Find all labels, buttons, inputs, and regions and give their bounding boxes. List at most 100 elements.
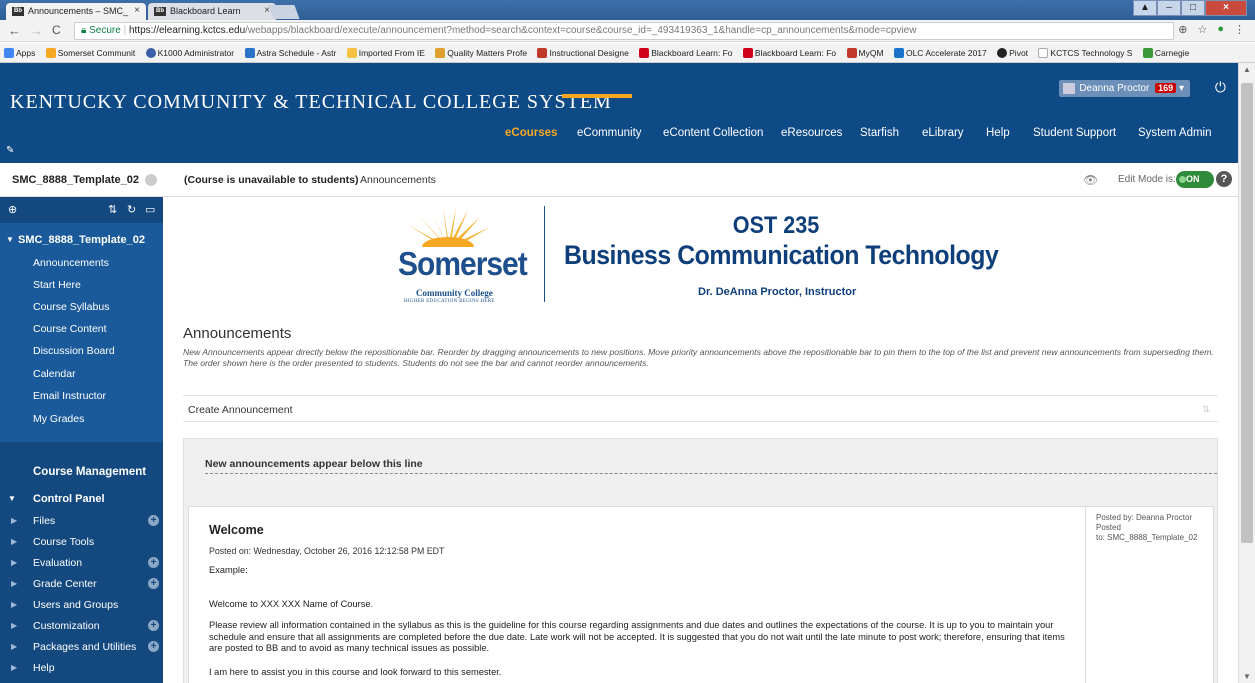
scrollbar-thumb[interactable]	[1241, 83, 1253, 543]
control-panel-title[interactable]: Control Panel	[33, 493, 105, 505]
expand-arrow-icon[interactable]: ▶	[11, 579, 17, 588]
expand-arrow-icon[interactable]: ▶	[11, 558, 17, 567]
help-icon[interactable]: ?	[1216, 171, 1232, 187]
user-profile-icon[interactable]: ▲	[1133, 0, 1157, 16]
window-controls: ▲ – □ ×	[1133, 0, 1247, 18]
bookmark-item[interactable]: Quality Matters Profe	[435, 43, 527, 62]
user-menu[interactable]: Deanna Proctor 169 ▾	[1059, 80, 1190, 97]
url-input[interactable]: 🔒︎ Secure | https://elearning.kctcs.edu/…	[74, 22, 1174, 40]
close-window-button[interactable]: ×	[1205, 0, 1247, 16]
add-menu-item-icon[interactable]: ⊕	[8, 203, 17, 216]
sort-icon[interactable]: ⇅	[1202, 404, 1210, 415]
add-icon[interactable]: +	[148, 620, 159, 631]
nav-help[interactable]: Help	[986, 123, 1010, 143]
bookmark-item[interactable]: MyQM	[846, 43, 884, 62]
refresh-icon[interactable]: ↻	[127, 203, 136, 216]
sidebar-item-my-grades[interactable]: My Grades	[33, 413, 84, 425]
cp-item-grade-center[interactable]: Grade Center	[33, 578, 97, 590]
cp-item-course-tools[interactable]: Course Tools	[33, 536, 94, 548]
cp-item-packages-and-utilities[interactable]: Packages and Utilities	[33, 641, 136, 653]
extension-icon[interactable]: ●	[1217, 23, 1224, 36]
logout-power-icon[interactable]: ⏻	[1215, 79, 1226, 96]
tab-blackboard-learn[interactable]: Bb Blackboard Learn ×	[148, 3, 276, 20]
repositionable-bar-label[interactable]: New announcements appear below this line	[205, 458, 423, 470]
folder-view-icon[interactable]: ▭	[145, 203, 155, 216]
cp-item-help[interactable]: Help	[33, 662, 55, 674]
bookmark-item[interactable]: Blackboard Learn: Fo	[639, 43, 733, 62]
bookmark-item[interactable]: Apps	[4, 43, 35, 62]
announcement-item[interactable]: Welcome Posted on: Wednesday, October 26…	[188, 506, 1214, 683]
back-icon[interactable]: ←	[8, 23, 21, 38]
bookmark-star-icon[interactable]: ☆	[1197, 23, 1207, 36]
expand-arrow-icon[interactable]: ▶	[11, 600, 17, 609]
nav-eresources[interactable]: eResources	[781, 123, 842, 143]
forward-icon[interactable]: →	[30, 23, 43, 38]
expand-arrow-icon[interactable]: ▶	[11, 642, 17, 651]
nav-ecourses[interactable]: eCourses	[505, 123, 557, 143]
expand-arrow-icon[interactable]: ▶	[11, 537, 17, 546]
nav-ecommunity[interactable]: eCommunity	[577, 123, 642, 143]
sidebar-item-email-instructor[interactable]: Email Instructor	[33, 390, 106, 402]
bookmark-item[interactable]: K1000 Administrator	[145, 43, 234, 62]
bookmark-item[interactable]: Somerset Communit	[45, 43, 135, 62]
site-title: KENTUCKY COMMUNITY & TECHNICAL COLLEGE S…	[10, 91, 612, 113]
student-preview-eye-icon[interactable]: 👁︎	[1083, 173, 1098, 187]
lock-icon: 🔒︎	[81, 25, 90, 36]
nav-starfish[interactable]: Starfish	[860, 123, 899, 143]
sidebar-item-calendar[interactable]: Calendar	[33, 368, 76, 380]
bookmark-icon	[893, 48, 904, 58]
nav-econtent-collection[interactable]: eContent Collection	[663, 123, 763, 143]
maximize-button[interactable]: □	[1181, 0, 1205, 16]
bookmark-item[interactable]: Instructional Designe	[537, 43, 629, 62]
cp-item-evaluation[interactable]: Evaluation	[33, 557, 82, 569]
sidebar-item-start-here[interactable]: Start Here	[33, 279, 81, 291]
reorder-icon[interactable]: ⇅	[108, 203, 117, 216]
nav-student-support[interactable]: Student Support	[1033, 123, 1116, 143]
bookmark-item[interactable]: Blackboard Learn: Fo	[742, 43, 836, 62]
collapse-caret-icon[interactable]: ▼	[6, 235, 14, 244]
zoom-icon[interactable]: ⊕	[1178, 23, 1187, 36]
bookmark-item[interactable]: Pivot	[997, 43, 1028, 62]
cp-item-users-and-groups[interactable]: Users and Groups	[33, 599, 118, 611]
bookmark-item[interactable]: Astra Schedule - Astr	[244, 43, 336, 62]
bookmark-item[interactable]: Carnegie	[1142, 43, 1189, 62]
add-icon[interactable]: +	[148, 641, 159, 652]
bookmark-item[interactable]: Imported From IE	[346, 43, 425, 62]
add-icon[interactable]: +	[148, 578, 159, 589]
tab-announcements[interactable]: Bb Announcements – SMC_ ×	[6, 3, 146, 20]
posted-by: Posted by: Deanna Proctor	[1096, 513, 1193, 522]
cp-item-customization[interactable]: Customization	[33, 620, 100, 632]
cp-item-files[interactable]: Files	[33, 515, 55, 527]
sidebar-course-name[interactable]: SMC_8888_Template_02	[18, 234, 145, 246]
scroll-down-icon[interactable]: ▼	[1243, 672, 1251, 681]
add-icon[interactable]: +	[148, 515, 159, 526]
sidebar-item-course-content[interactable]: Course Content	[33, 323, 107, 335]
sidebar-item-course-syllabus[interactable]: Course Syllabus	[33, 301, 109, 313]
nav-elibrary[interactable]: eLibrary	[922, 123, 964, 143]
sidebar-item-announcements[interactable]: Announcements	[33, 257, 109, 269]
sidebar-item-discussion-board[interactable]: Discussion Board	[33, 345, 115, 357]
bookmark-item[interactable]: OLC Accelerate 2017	[893, 43, 987, 62]
user-name: Deanna Proctor	[1079, 83, 1150, 94]
minimize-button[interactable]: –	[1157, 0, 1181, 16]
create-announcement-button[interactable]: Create Announcement	[188, 404, 293, 416]
new-tab-button[interactable]	[268, 5, 300, 19]
course-menu-icon[interactable]	[145, 174, 157, 186]
bookmark-item[interactable]: KCTCS Technology S	[1038, 43, 1132, 62]
page-scrollbar[interactable]: ▲ ▼	[1238, 63, 1255, 683]
edit-pencil-icon[interactable]: ✎	[6, 145, 14, 156]
close-tab-icon[interactable]: ×	[134, 5, 140, 16]
course-management-panel: Course Management ▼ Control Panel ▶ File…	[0, 442, 163, 683]
announcement-title[interactable]: Welcome	[209, 523, 264, 537]
add-icon[interactable]: +	[148, 557, 159, 568]
scroll-up-icon[interactable]: ▲	[1243, 65, 1251, 74]
reload-icon[interactable]: C	[52, 23, 61, 37]
collapse-caret-icon[interactable]: ▼	[8, 494, 16, 503]
breadcrumb-course[interactable]: SMC_8888_Template_02	[12, 174, 139, 186]
edit-mode-toggle[interactable]: ON	[1176, 171, 1214, 188]
expand-arrow-icon[interactable]: ▶	[11, 663, 17, 672]
menu-dots-icon[interactable]: ⋮	[1234, 23, 1245, 36]
expand-arrow-icon[interactable]: ▶	[11, 621, 17, 630]
expand-arrow-icon[interactable]: ▶	[11, 516, 17, 525]
nav-system-admin[interactable]: System Admin	[1138, 123, 1212, 143]
